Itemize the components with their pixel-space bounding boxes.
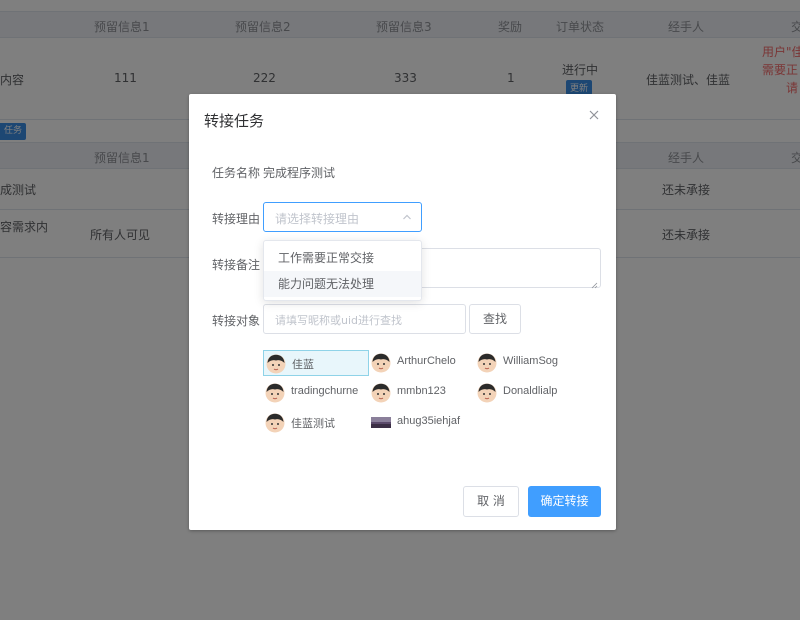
user-name: ahug35iehjaf (397, 415, 461, 427)
reason-dropdown: 工作需要正常交接 能力问题无法处理 (263, 240, 422, 301)
avatar (477, 353, 497, 373)
target-label: 转接对象 (212, 314, 261, 328)
resize-handle-icon[interactable] (591, 278, 598, 289)
cancel-button[interactable]: 取 消 (463, 486, 519, 517)
search-placeholder: 请填写昵称或uid进行查找 (275, 314, 403, 327)
user-name: Donaldlialp (503, 385, 558, 397)
close-icon[interactable] (588, 106, 600, 125)
avatar (265, 413, 285, 433)
transfer-task-dialog: 转接任务 任务名称 完成程序测试 转接理由 请选择转接理由 转接备注 转接对象 … (189, 94, 616, 530)
reason-select[interactable]: 请选择转接理由 (263, 202, 422, 232)
avatar (371, 383, 391, 403)
user-option[interactable]: ArthurChelo (369, 350, 475, 376)
user-option[interactable]: 佳蓝 (263, 350, 369, 376)
user-search-input[interactable]: 请填写昵称或uid进行查找 (263, 304, 466, 334)
user-option[interactable]: mmbn123 (369, 380, 475, 406)
task-name-label: 任务名称 (212, 166, 261, 180)
user-name: mmbn123 (397, 385, 446, 397)
avatar (265, 383, 285, 403)
reason-option[interactable]: 工作需要正常交接 (264, 245, 421, 271)
user-name: 佳蓝 (292, 359, 314, 371)
avatar (266, 354, 286, 374)
user-name: 佳蓝测试 (291, 418, 335, 430)
user-name: tradingchurne (291, 385, 359, 397)
confirm-transfer-button[interactable]: 确定转接 (528, 486, 601, 517)
user-name: ArthurChelo (397, 355, 456, 367)
reason-label: 转接理由 (212, 212, 261, 226)
reason-placeholder: 请选择转接理由 (275, 212, 360, 226)
avatar (371, 413, 391, 433)
chevron-up-icon (402, 211, 412, 221)
task-name-value: 完成程序测试 (263, 166, 336, 180)
avatar (371, 353, 391, 373)
user-option[interactable]: Donaldlialp (475, 380, 581, 406)
user-name: WilliamSog (503, 355, 559, 367)
avatar (477, 383, 497, 403)
user-option[interactable]: WilliamSog (475, 350, 581, 376)
dialog-title: 转接任务 (204, 112, 265, 130)
user-option[interactable]: ahug35iehjaf (369, 410, 475, 436)
find-button[interactable]: 查找 (469, 304, 521, 334)
user-option[interactable]: 佳蓝测试 (263, 410, 369, 436)
note-label: 转接备注 (212, 258, 261, 272)
reason-option[interactable]: 能力问题无法处理 (264, 271, 421, 297)
user-option[interactable]: tradingchurne (263, 380, 369, 406)
